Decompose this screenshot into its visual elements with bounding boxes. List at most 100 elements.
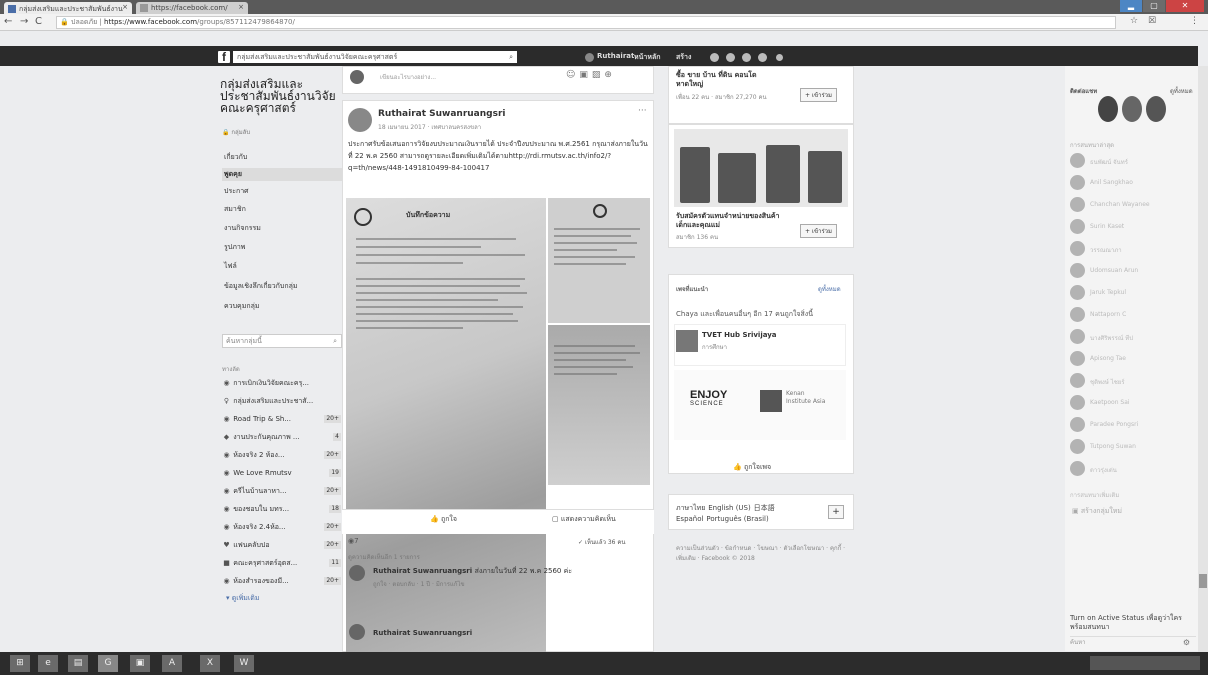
active-status-prompt[interactable]: Turn on Active Status เพื่อดูว่าใครพร้อม… xyxy=(1070,614,1196,632)
nav-about[interactable]: เกี่ยวกับ xyxy=(222,151,342,164)
nav-discussion[interactable]: พูดคุย xyxy=(222,168,342,181)
chat-contact[interactable]: Anil Sangkhao xyxy=(1068,173,1196,193)
like-page-button[interactable]: 👍 ถูกใจเพจ xyxy=(733,462,771,473)
nav-manage-group[interactable]: ควบคุมกลุ่ม xyxy=(222,300,342,313)
shortcut-item[interactable]: ◉ We Love Rmutsv 19 xyxy=(222,466,344,480)
commenter-avatar[interactable] xyxy=(349,565,365,581)
shortcut-item[interactable]: ♥ แฟนคลับปอ 20+ xyxy=(222,538,344,552)
notifications-icon[interactable] xyxy=(742,53,751,62)
gif-icon[interactable]: ▨ xyxy=(592,70,605,80)
acrobat-icon[interactable]: A xyxy=(162,655,182,672)
profile-link[interactable]: Ruthairat xyxy=(597,52,634,60)
shortcut-item[interactable]: ◉ ห้องจริง 2.4ห้อ... 20+ xyxy=(222,520,344,534)
reload-icon[interactable]: C xyxy=(35,16,42,27)
emoji-icon[interactable]: ☺ xyxy=(566,70,579,80)
chat-contact[interactable]: Jaruk Tepkul xyxy=(1068,283,1196,303)
chat-contact[interactable]: ธนพัฒน์ จันทร์ xyxy=(1068,151,1196,171)
chat-groups-link[interactable]: ดูทั้งหมด xyxy=(1170,86,1193,96)
composer-input[interactable]: เขียนอะไรบางอย่าง... xyxy=(380,72,436,82)
chat-contact[interactable]: วรรณณาภา xyxy=(1068,239,1196,259)
view-more-comments-link[interactable]: ดูความคิดเห็นอีก 1 รายการ xyxy=(348,552,420,562)
comment-author[interactable]: Ruthairat Suwanruangsri xyxy=(373,629,472,637)
shortcut-item[interactable]: ♀ กลุ่มส่งเสริมและประชาสั... xyxy=(222,394,344,408)
chat-contact[interactable]: ดาวรุ่งเด่น xyxy=(1068,459,1196,479)
post-author[interactable]: Ruthairat Suwanruangsri xyxy=(378,109,506,119)
chat-contact[interactable]: Udomsuan Arun xyxy=(1068,261,1196,281)
shortcut-item[interactable]: ◉ ครีไนบ้านลาหา... 20+ xyxy=(222,484,344,498)
document-photo-3[interactable] xyxy=(548,325,650,485)
chat-settings-icon[interactable]: ⚙ xyxy=(1183,638,1190,647)
chrome-icon[interactable]: G xyxy=(98,655,118,672)
post-timestamp[interactable]: 18 เมษายน 2017 · เทศบาลนครสงขลา xyxy=(378,122,481,132)
facebook-search-input[interactable]: กลุ่มส่งเสริมและประชาสัมพันธ์งานวิจัยคณะ… xyxy=(233,51,517,63)
page-name[interactable]: TVET Hub Srivijaya xyxy=(702,331,777,339)
chat-contact[interactable]: Surin Kaset xyxy=(1068,217,1196,237)
home-link[interactable]: หน้าหลัก xyxy=(634,52,660,63)
nav-announcements[interactable]: ประกาศ xyxy=(222,185,342,198)
join-group-button[interactable]: + เข้าร่วม xyxy=(800,224,838,238)
user-avatar[interactable] xyxy=(585,53,594,62)
page-scrollbar[interactable] xyxy=(1198,66,1208,652)
chat-contact[interactable]: Apisong Tae xyxy=(1068,349,1196,369)
chat-search-bar[interactable]: ค้นหา ⚙ xyxy=(1070,636,1196,650)
create-link[interactable]: สร้าง xyxy=(676,52,691,63)
shortcut-item[interactable]: ■ คณะครุศาสตร์อุตส... 11 xyxy=(222,556,344,570)
chat-favorite-avatar[interactable] xyxy=(1146,96,1166,122)
nav-photos[interactable]: รูปภาพ xyxy=(222,241,342,254)
facebook-logo-icon[interactable]: f xyxy=(218,51,230,64)
back-arrow-icon[interactable]: ← xyxy=(4,16,12,27)
chat-favorite-avatar[interactable] xyxy=(1122,96,1142,122)
photo-icon[interactable]: ▣ xyxy=(579,70,592,80)
reaction-count[interactable]: ◉7 xyxy=(348,537,359,545)
create-group-link[interactable]: ▣ สร้างกลุ่มใหม่ xyxy=(1072,506,1122,517)
app-icon[interactable]: ▣ xyxy=(130,655,150,672)
document-photo-2[interactable] xyxy=(548,198,650,323)
nav-members[interactable]: สมาชิก xyxy=(222,203,342,216)
forward-arrow-icon[interactable]: → xyxy=(20,16,28,27)
shortcut-item[interactable]: ◉ Road Trip & Sh... 20+ xyxy=(222,412,344,426)
author-avatar[interactable] xyxy=(348,108,372,132)
search-icon[interactable]: ⌕ xyxy=(333,335,337,347)
language-link[interactable]: ภาษาไทย xyxy=(676,504,705,512)
chat-contact[interactable]: Nattaporn C xyxy=(1068,305,1196,325)
close-tab-icon[interactable]: × xyxy=(122,3,128,11)
shortcut-item[interactable]: ◉ ห้องจริง 2 ห้อง... 20+ xyxy=(222,448,344,462)
bookmark-star-icon[interactable]: ☆ xyxy=(1130,16,1138,26)
like-button[interactable]: 👍 ถูกใจ xyxy=(430,514,457,525)
browser-tab-active[interactable]: กลุ่มส่งเสริมและประชาสัมพันธ์งาน × xyxy=(4,2,132,14)
chat-contact[interactable]: นางศิริพรรณ์ ทีป xyxy=(1068,327,1196,347)
scrollbar-thumb[interactable] xyxy=(1199,574,1207,588)
maximize-button[interactable]: ▢ xyxy=(1143,0,1165,12)
internet-explorer-icon[interactable]: e xyxy=(38,655,58,672)
chat-contact[interactable]: Kaetpoon Sai xyxy=(1068,393,1196,413)
url-input[interactable]: 🔒 ปลอดภัย | https://www.facebook.com/gro… xyxy=(56,16,1116,29)
see-all-pages-link[interactable]: ดูทั้งหมด xyxy=(818,284,841,294)
shortcut-item[interactable]: ◉ การเบิกเงินวิจัยคณะครุ... xyxy=(222,376,344,390)
join-group-button[interactable]: + เข้าร่วม xyxy=(800,88,838,102)
chat-contact[interactable]: Paradee Pongsri xyxy=(1068,415,1196,435)
footer-links[interactable]: ความเป็นส่วนตัว · ข้อกำหนด · โฆษณา · ตัว… xyxy=(676,544,848,564)
shortcut-item[interactable]: ◉ ของชอบใน มทร... 18 xyxy=(222,502,344,516)
nav-events[interactable]: งานกิจกรรม xyxy=(222,222,342,235)
file-explorer-icon[interactable]: ▤ xyxy=(68,655,88,672)
add-language-button[interactable]: + xyxy=(828,505,844,519)
extension-icon[interactable]: ☒ xyxy=(1148,16,1156,26)
comment-meta[interactable]: ถูกใจ · ตอบกลับ · 1 ปี · มีการแก้ไข xyxy=(373,579,465,589)
language-link[interactable]: Português (Brasil) xyxy=(706,515,768,523)
close-window-button[interactable]: ✕ xyxy=(1166,0,1204,12)
language-link[interactable]: 日本語 xyxy=(754,504,775,512)
system-tray[interactable] xyxy=(1090,656,1200,670)
menu-kebab-icon[interactable]: ⋮ xyxy=(1190,16,1199,26)
chat-search-input[interactable]: ค้นหา xyxy=(1070,639,1085,646)
friend-requests-icon[interactable] xyxy=(710,53,719,62)
chat-contact[interactable]: Tutpong Suwan xyxy=(1068,437,1196,457)
chat-contact[interactable]: ชุติพงษ์ ไชยร์ xyxy=(1068,371,1196,391)
suggested-group-cover-image[interactable] xyxy=(674,129,848,207)
post-options-icon[interactable]: ··· xyxy=(638,106,647,116)
search-icon[interactable]: ⌕ xyxy=(509,51,513,63)
messages-icon[interactable] xyxy=(726,53,735,62)
language-link[interactable]: English (US) xyxy=(708,504,751,512)
suggested-group-name[interactable]: ซื้อ ขาย บ้าน ที่ดิน คอนโด หาดใหญ่ xyxy=(676,71,786,89)
commenter-avatar[interactable] xyxy=(349,624,365,640)
nav-files[interactable]: ไฟล์ xyxy=(222,260,342,273)
